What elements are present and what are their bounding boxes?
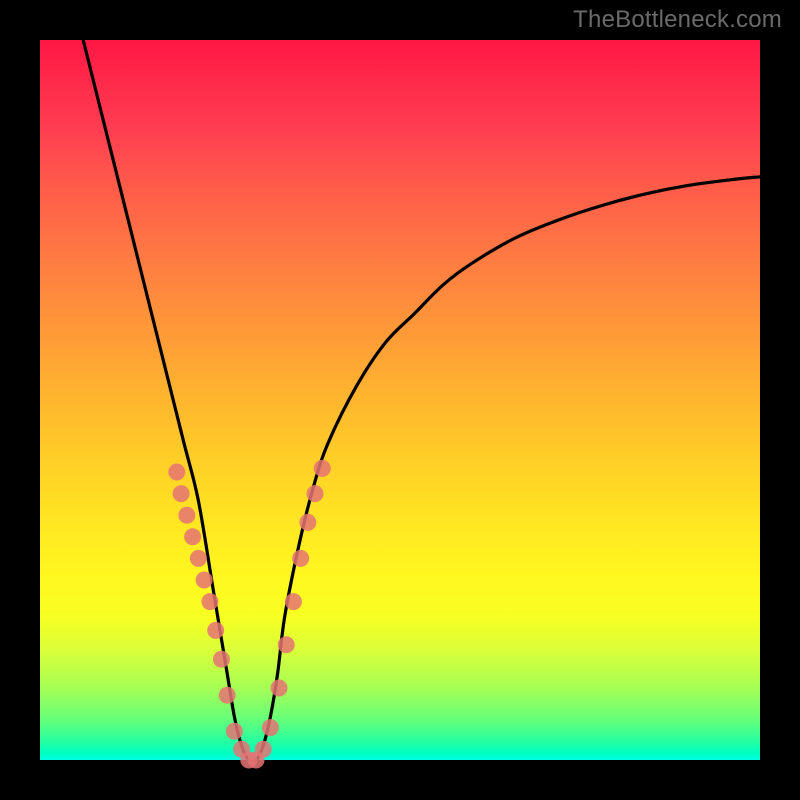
highlight-dot xyxy=(271,680,288,697)
bottleneck-curve xyxy=(83,40,760,762)
highlight-dot xyxy=(262,719,279,736)
highlight-dots xyxy=(168,460,330,769)
plot-area xyxy=(40,40,760,760)
highlight-dot xyxy=(207,622,224,639)
highlight-dot xyxy=(178,507,195,524)
highlight-dot xyxy=(292,550,309,567)
highlight-dot xyxy=(299,514,316,531)
curve-overlay xyxy=(40,40,760,760)
highlight-dot xyxy=(196,572,213,589)
highlight-dot xyxy=(201,593,218,610)
highlight-dot xyxy=(307,485,324,502)
highlight-dot xyxy=(285,593,302,610)
highlight-dot xyxy=(219,687,236,704)
highlight-dot xyxy=(168,464,185,481)
chart-frame: TheBottleneck.com xyxy=(0,0,800,800)
highlight-dot xyxy=(213,651,230,668)
highlight-dot xyxy=(184,528,201,545)
highlight-dot xyxy=(278,636,295,653)
highlight-dot xyxy=(255,741,272,758)
highlight-dot xyxy=(314,460,331,477)
highlight-dot xyxy=(173,485,190,502)
highlight-dot xyxy=(226,723,243,740)
highlight-dot xyxy=(190,550,207,567)
watermark-label: TheBottleneck.com xyxy=(573,6,782,34)
